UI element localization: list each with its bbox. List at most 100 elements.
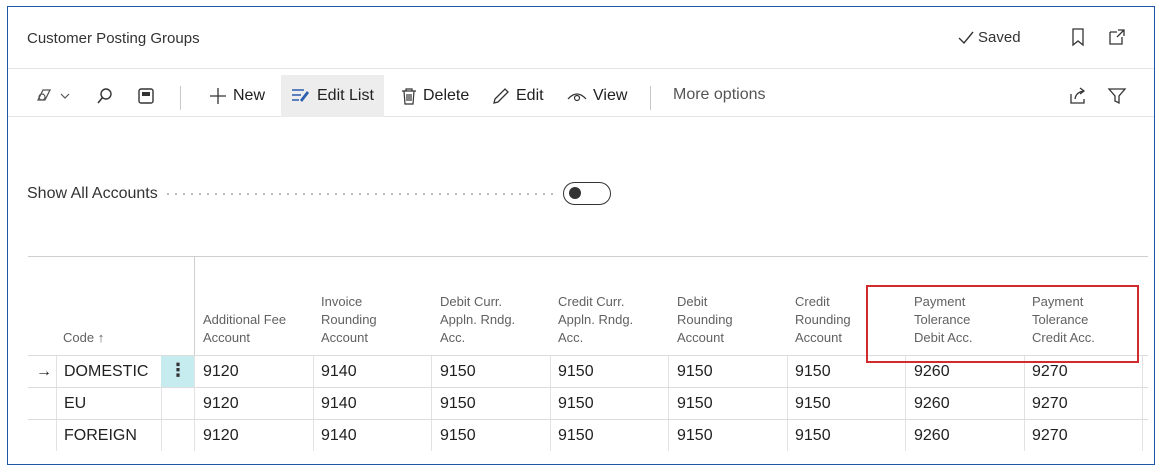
cell-divider: [194, 420, 195, 451]
checkmark-icon: [958, 31, 974, 44]
table-row[interactable]: FOREIGN 9120 9140 9150 9150 9150 9150 92…: [28, 419, 1148, 451]
cell-payment-tolerance-credit-acc[interactable]: 9270: [1032, 388, 1068, 419]
cell-credit-rounding-account[interactable]: 9150: [795, 356, 831, 387]
cell-credit-rounding-account[interactable]: 9150: [795, 420, 831, 451]
cell-additional-fee-account[interactable]: 9120: [203, 420, 239, 451]
cell-divider: [431, 356, 432, 387]
cell-debit-rounding-account[interactable]: 9150: [677, 356, 713, 387]
sort-ascending-icon: ↑: [97, 330, 105, 345]
plus-icon: [210, 88, 226, 104]
layout-icon: [138, 88, 154, 104]
cell-invoice-rounding-account[interactable]: 9140: [321, 356, 357, 387]
copilot-menu-button[interactable]: [30, 75, 74, 117]
layout-button[interactable]: [131, 75, 161, 117]
eye-icon: [567, 93, 587, 102]
cell-divider: [1142, 356, 1143, 387]
cell-divider: [550, 356, 551, 387]
cell-additional-fee-account[interactable]: 9120: [203, 388, 239, 419]
filter-icon[interactable]: [1107, 86, 1127, 106]
cell-divider: [1142, 420, 1143, 451]
trash-icon: [402, 88, 416, 105]
row-actions-menu-icon[interactable]: ⋮: [161, 356, 195, 387]
toggle-knob: [569, 187, 581, 199]
column-header-credit-rounding-account[interactable]: Credit Rounding Account: [795, 293, 851, 347]
cell-invoice-rounding-account[interactable]: 9140: [321, 388, 357, 419]
column-header-invoice-rounding-account[interactable]: Invoice Rounding Account: [321, 293, 377, 347]
dotted-leader: [163, 193, 556, 195]
cell-divider: [1024, 388, 1025, 419]
cell-divider: [905, 420, 906, 451]
delete-button[interactable]: Delete: [391, 75, 479, 117]
edit-label: Edit: [516, 87, 544, 104]
toolbar-divider: [650, 86, 651, 110]
cell-code[interactable]: FOREIGN: [64, 420, 137, 451]
cell-divider: [431, 388, 432, 419]
edit-button[interactable]: Edit: [482, 75, 554, 117]
cell-divider: [787, 420, 788, 451]
show-all-accounts-label: Show All Accounts: [27, 185, 158, 202]
cell-debit-rounding-account[interactable]: 9150: [677, 388, 713, 419]
cell-debit-curr-appln-rndg-acc[interactable]: 9150: [440, 420, 476, 451]
cell-invoice-rounding-account[interactable]: 9140: [321, 420, 357, 451]
cell-divider: [905, 388, 906, 419]
new-label: New: [233, 87, 266, 104]
column-header-code[interactable]: Code ↑: [63, 329, 104, 347]
saved-status: Saved: [958, 29, 1021, 46]
cell-credit-curr-appln-rndg-acc[interactable]: 9150: [558, 388, 594, 419]
cell-divider: [1024, 420, 1025, 451]
cell-payment-tolerance-debit-acc[interactable]: 9260: [914, 420, 950, 451]
cell-divider: [56, 388, 57, 419]
page-title: Customer Posting Groups: [27, 30, 200, 47]
toolbar-divider: [180, 86, 181, 110]
cell-divider: [668, 356, 669, 387]
column-header-credit-curr-appln-rndg-acc[interactable]: Credit Curr. Appln. Rndg. Acc.: [558, 293, 633, 347]
pencil-icon: [493, 88, 509, 104]
cell-divider: [194, 356, 195, 387]
bookmark-icon[interactable]: [1068, 27, 1088, 47]
cell-divider: [431, 420, 432, 451]
search-icon: [97, 88, 112, 104]
share-icon[interactable]: [1068, 86, 1088, 106]
search-button[interactable]: [90, 75, 120, 117]
column-header-debit-rounding-account[interactable]: Debit Rounding Account: [677, 293, 733, 347]
cell-debit-curr-appln-rndg-acc[interactable]: 9150: [440, 388, 476, 419]
cell-credit-curr-appln-rndg-acc[interactable]: 9150: [558, 356, 594, 387]
cell-debit-rounding-account[interactable]: 9150: [677, 420, 713, 451]
cell-credit-curr-appln-rndg-acc[interactable]: 9150: [558, 420, 594, 451]
open-new-window-icon[interactable]: [1107, 27, 1127, 47]
cell-payment-tolerance-debit-acc[interactable]: 9260: [914, 388, 950, 419]
column-header-additional-fee-account[interactable]: Additional Fee Account: [203, 311, 286, 347]
cell-divider: [56, 420, 57, 451]
header-separator: [194, 256, 195, 355]
cell-divider: [194, 388, 195, 419]
delete-label: Delete: [423, 87, 470, 104]
cell-payment-tolerance-credit-acc[interactable]: 9270: [1032, 420, 1068, 451]
cell-code[interactable]: EU: [64, 388, 86, 419]
cell-debit-curr-appln-rndg-acc[interactable]: 9150: [440, 356, 476, 387]
cell-divider: [56, 356, 57, 387]
show-all-accounts-row: Show All Accounts: [27, 182, 627, 206]
title-bar: Customer Posting Groups Saved: [8, 7, 1154, 69]
cell-credit-rounding-account[interactable]: 9150: [795, 388, 831, 419]
saved-label: Saved: [978, 29, 1021, 46]
edit-list-button[interactable]: Edit List: [281, 75, 384, 117]
action-bar: New Edit List Delete Edit View More opti…: [8, 75, 1154, 117]
cell-divider: [1142, 388, 1143, 419]
table-row[interactable]: EU 9120 9140 9150 9150 9150 9150 9260 92…: [28, 387, 1148, 419]
copilot-icon: [36, 89, 52, 101]
new-button[interactable]: New: [199, 75, 275, 117]
view-button[interactable]: View: [557, 75, 637, 117]
cell-divider: [161, 388, 162, 419]
cell-divider: [668, 420, 669, 451]
more-options-button[interactable]: More options: [673, 86, 766, 104]
show-all-accounts-toggle[interactable]: [563, 182, 611, 205]
edit-list-label: Edit List: [317, 87, 374, 104]
chevron-down-icon: [60, 93, 70, 99]
page-frame: Customer Posting Groups Saved New Edit L…: [7, 6, 1155, 465]
column-header-debit-curr-appln-rndg-acc[interactable]: Debit Curr. Appln. Rndg. Acc.: [440, 293, 515, 347]
cell-divider: [550, 420, 551, 451]
selected-row-arrow-icon: →: [36, 363, 52, 380]
cell-additional-fee-account[interactable]: 9120: [203, 356, 239, 387]
cell-code[interactable]: DOMESTIC: [64, 356, 148, 387]
cell-divider: [313, 356, 314, 387]
